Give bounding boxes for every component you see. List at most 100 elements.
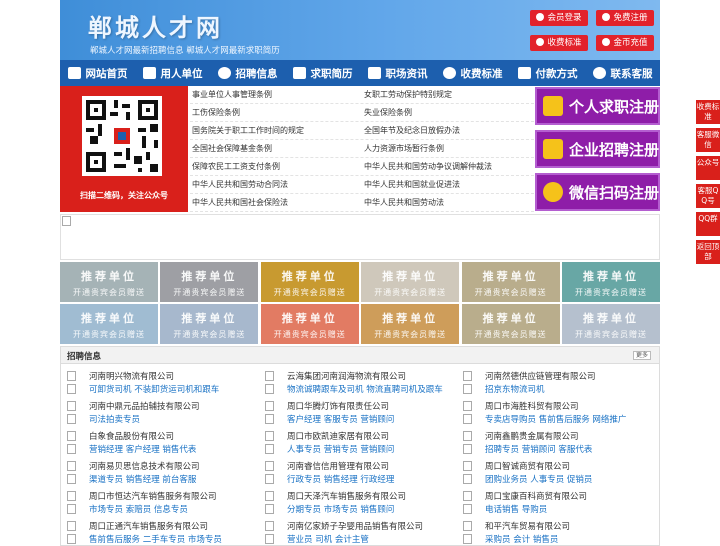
company-name-link[interactable]: 周口市恒达汽车销售服务有限公司 bbox=[89, 490, 217, 502]
policy-link[interactable]: 失业保险条例 bbox=[362, 104, 534, 121]
recommended-unit-tile[interactable]: 推荐单位 开通贵宾会员赠送 bbox=[361, 304, 460, 344]
company-name-link[interactable]: 河南然德供应链管理有限公司 bbox=[485, 370, 596, 382]
more-button[interactable]: 更多 bbox=[633, 351, 651, 360]
job-positions-link[interactable]: 团购业务员 人事专员 促销员 bbox=[485, 473, 592, 485]
side-button[interactable]: 客服微信 bbox=[696, 128, 720, 152]
policy-link[interactable]: 中华人民共和国劳动法 bbox=[362, 194, 534, 211]
recharge-button[interactable]: 金币充值 bbox=[596, 35, 654, 51]
recommended-unit-tile[interactable]: 推荐单位 开通贵宾会员赠送 bbox=[60, 304, 158, 344]
job-positions-link[interactable]: 专卖店导购员 售前售后服务 网络推广 bbox=[485, 413, 626, 425]
nav-jobs[interactable]: 招聘信息 bbox=[210, 60, 285, 86]
policy-link[interactable]: 女职工劳动保护特别规定 bbox=[362, 86, 534, 103]
company-name-link[interactable]: 周口天泽汽车销售服务有限公司 bbox=[287, 490, 406, 502]
company-name-link[interactable]: 河南睿信信用管理有限公司 bbox=[287, 460, 389, 472]
register-button[interactable]: 免费注册 bbox=[596, 10, 654, 26]
policy-link[interactable]: 中华人民共和国社会保险法 bbox=[190, 194, 362, 211]
policy-link[interactable]: 全国社会保障基金条例 bbox=[190, 140, 362, 157]
company-name-link[interactable]: 河南明兴物流有限公司 bbox=[89, 370, 174, 382]
side-button[interactable]: 返回顶部 bbox=[696, 240, 720, 264]
company-name-link[interactable]: 和平汽车贸易有限公司 bbox=[485, 520, 570, 532]
company-name-link[interactable]: 周口华腾灯饰有限责任公司 bbox=[287, 400, 389, 412]
company-register-button[interactable]: 企业招聘注册 bbox=[535, 130, 660, 168]
policy-link[interactable]: 中华人民共和国劳动争议调解仲裁法 bbox=[362, 158, 534, 175]
nav-home[interactable]: 网站首页 bbox=[60, 60, 135, 86]
company-logo-icon[interactable] bbox=[463, 461, 472, 471]
company-logo-icon[interactable] bbox=[265, 521, 274, 531]
job-positions-link[interactable]: 营业员 司机 会计主管 bbox=[287, 533, 369, 545]
policy-link[interactable]: 人力资源市场暂行条例 bbox=[362, 140, 534, 157]
company-logo-icon[interactable] bbox=[265, 491, 274, 501]
company-logo-icon[interactable] bbox=[463, 371, 472, 381]
company-logo-icon[interactable] bbox=[463, 431, 472, 441]
policy-link[interactable]: 保障农民工工资支付条例 bbox=[190, 158, 362, 175]
job-positions-link[interactable]: 售前售后服务 二手车专员 市场专员 bbox=[89, 533, 222, 545]
company-logo-icon[interactable] bbox=[463, 491, 472, 501]
nav-resumes[interactable]: 求职简历 bbox=[285, 60, 360, 86]
site-logo-title[interactable]: 郸城人才网 bbox=[88, 8, 223, 43]
ad-banner[interactable] bbox=[60, 214, 660, 260]
job-positions-link[interactable]: 物流诚聘跟车及司机 物流直聘司机及跟车 bbox=[287, 383, 443, 395]
company-logo-icon[interactable] bbox=[67, 461, 76, 471]
job-positions-link[interactable]: 司法拍卖专员 bbox=[89, 413, 140, 425]
recommended-unit-tile[interactable]: 推荐单位 开通贵宾会员赠送 bbox=[60, 262, 158, 302]
side-button[interactable]: QQ群 bbox=[696, 212, 720, 236]
login-button[interactable]: 会员登录 bbox=[530, 10, 588, 26]
nav-news[interactable]: 职场资讯 bbox=[360, 60, 435, 86]
nav-contact[interactable]: 联系客服 bbox=[585, 60, 660, 86]
company-logo-icon[interactable] bbox=[67, 401, 76, 411]
nav-payment[interactable]: 付款方式 bbox=[510, 60, 585, 86]
job-positions-link[interactable]: 招聘专员 营销顾问 客服代表 bbox=[485, 443, 592, 455]
recommended-unit-tile[interactable]: 推荐单位 开通贵宾会员赠送 bbox=[562, 262, 660, 302]
company-name-link[interactable]: 河南鑫鹏贵金属有限公司 bbox=[485, 430, 579, 442]
company-name-link[interactable]: 周口市欧凯迪家居有限公司 bbox=[287, 430, 389, 442]
side-button[interactable]: 收费标准 bbox=[696, 100, 720, 124]
policy-link[interactable]: 全国年节及纪念日放假办法 bbox=[362, 122, 534, 139]
company-logo-icon[interactable] bbox=[67, 521, 76, 531]
policy-link[interactable]: 国务院关于职工工作时间的规定 bbox=[190, 122, 362, 139]
wechat-register-button[interactable]: 微信扫码注册 bbox=[535, 173, 660, 211]
policy-link[interactable]: 事业单位人事管理条例 bbox=[190, 86, 362, 103]
company-logo-icon[interactable] bbox=[67, 491, 76, 501]
job-positions-link[interactable]: 渠道专员 销售经理 前台客服 bbox=[89, 473, 196, 485]
side-button[interactable]: 客服QQ号 bbox=[696, 184, 720, 208]
recommended-unit-tile[interactable]: 推荐单位 开通贵宾会员赠送 bbox=[260, 262, 359, 302]
job-positions-link[interactable]: 营销经理 客户经理 销售代表 bbox=[89, 443, 196, 455]
nav-employers[interactable]: 用人单位 bbox=[135, 60, 210, 86]
company-logo-icon[interactable] bbox=[265, 401, 274, 411]
recommended-unit-tile[interactable]: 推荐单位 开通贵宾会员赠送 bbox=[461, 304, 560, 344]
company-name-link[interactable]: 河南易贝思信息技术有限公司 bbox=[89, 460, 200, 472]
job-positions-link[interactable]: 可卸货司机 不装卸货运司机和跟车 bbox=[89, 383, 219, 395]
company-name-link[interactable]: 周口市海胜科贸有限公司 bbox=[485, 400, 579, 412]
policy-link[interactable]: 中华人民共和国就业促进法 bbox=[362, 176, 534, 193]
company-logo-icon[interactable] bbox=[463, 521, 472, 531]
company-name-link[interactable]: 周口智诚商贸有限公司 bbox=[485, 460, 570, 472]
pricing-button[interactable]: 收费标准 bbox=[530, 35, 588, 51]
company-logo-icon[interactable] bbox=[265, 371, 274, 381]
job-positions-link[interactable]: 市场专员 索赔员 信息专员 bbox=[89, 503, 188, 515]
personal-register-button[interactable]: 个人求职注册 bbox=[535, 87, 660, 125]
company-logo-icon[interactable] bbox=[67, 431, 76, 441]
job-positions-link[interactable]: 招京东物流司机 bbox=[485, 383, 545, 395]
recommended-unit-tile[interactable]: 推荐单位 开通贵宾会员赠送 bbox=[160, 304, 259, 344]
company-logo-icon[interactable] bbox=[265, 431, 274, 441]
policy-link[interactable]: 中华人民共和国劳动合同法 bbox=[190, 176, 362, 193]
company-name-link[interactable]: 周口宝康百科商贸有限公司 bbox=[485, 490, 587, 502]
company-name-link[interactable]: 河南中鼎元品拍辅技有限公司 bbox=[89, 400, 200, 412]
company-name-link[interactable]: 云海集团河南润海物流有限公司 bbox=[287, 370, 406, 382]
side-button[interactable]: 公众号 bbox=[696, 156, 720, 180]
recommended-unit-tile[interactable]: 推荐单位 开通贵宾会员赠送 bbox=[562, 304, 660, 344]
recommended-unit-tile[interactable]: 推荐单位 开通贵宾会员赠送 bbox=[160, 262, 259, 302]
recommended-unit-tile[interactable]: 推荐单位 开通贵宾会员赠送 bbox=[260, 304, 359, 344]
company-name-link[interactable]: 河南亿家娇子孕婴用品销售有限公司 bbox=[287, 520, 423, 532]
recommended-unit-tile[interactable]: 推荐单位 开通贵宾会员赠送 bbox=[361, 262, 460, 302]
job-positions-link[interactable]: 行政专员 销售经理 行政经理 bbox=[287, 473, 394, 485]
job-positions-link[interactable]: 分期专员 市场专员 销售顾问 bbox=[287, 503, 394, 515]
company-logo-icon[interactable] bbox=[265, 461, 274, 471]
recommended-unit-tile[interactable]: 推荐单位 开通贵宾会员赠送 bbox=[461, 262, 560, 302]
job-positions-link[interactable]: 电话销售 导购员 bbox=[485, 503, 547, 515]
company-logo-icon[interactable] bbox=[463, 401, 472, 411]
policy-link[interactable]: 工伤保险条例 bbox=[190, 104, 362, 121]
company-name-link[interactable]: 周口正通汽车销售服务有限公司 bbox=[89, 520, 208, 532]
job-positions-link[interactable]: 采购员 会计 销售员 bbox=[485, 533, 558, 545]
nav-pricing[interactable]: 收费标准 bbox=[435, 60, 510, 86]
